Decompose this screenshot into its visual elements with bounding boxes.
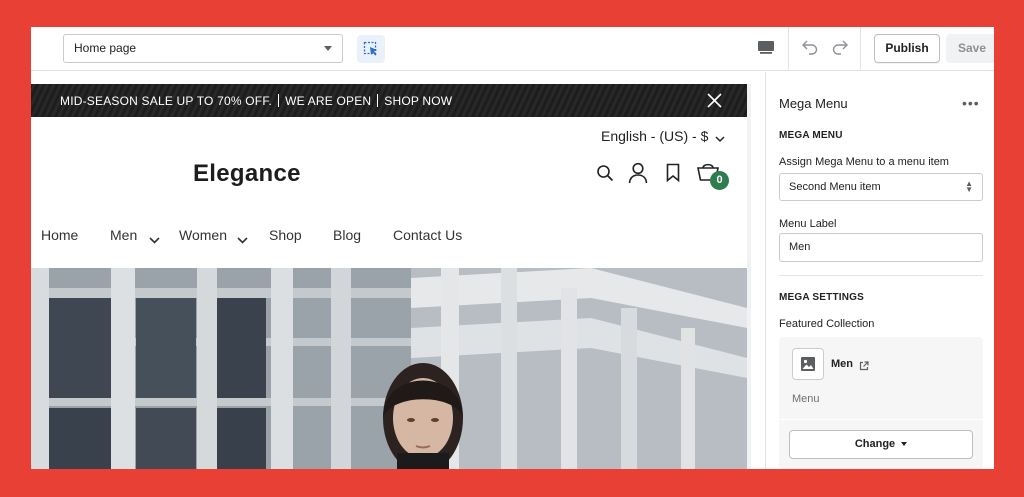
announcement-text: MID-SEASON SALE UP TO 70% OFF. WE ARE OPE… bbox=[60, 94, 452, 108]
section-divider bbox=[779, 275, 983, 276]
hero-photo bbox=[31, 268, 747, 469]
cart-count-badge: 0 bbox=[710, 171, 729, 190]
chevron-down-icon[interactable] bbox=[237, 231, 248, 247]
collection-subtitle: Menu bbox=[792, 393, 820, 405]
featured-collection-card: Men Menu Change bbox=[779, 337, 983, 469]
menu-label-label: Menu Label bbox=[779, 218, 837, 230]
nav-item-shop[interactable]: Shop bbox=[269, 227, 302, 243]
chevron-down-icon bbox=[901, 442, 908, 446]
close-icon[interactable] bbox=[707, 93, 722, 111]
announcement-bar: MID-SEASON SALE UP TO 70% OFF. WE ARE OPE… bbox=[31, 84, 747, 117]
menu-label-input[interactable]: Men bbox=[779, 233, 983, 262]
inspect-button[interactable] bbox=[357, 35, 385, 63]
editor-toolbar: Home page Publish Save bbox=[31, 27, 994, 71]
nav-item-women[interactable]: Women bbox=[179, 227, 227, 243]
announcement-separator bbox=[278, 94, 280, 107]
chevron-down-icon[interactable] bbox=[715, 130, 725, 148]
toolbar-divider bbox=[788, 27, 789, 71]
announcement-open[interactable]: WE ARE OPEN bbox=[285, 94, 371, 108]
page-select-value: Home page bbox=[74, 41, 137, 55]
assign-menu-value: Second Menu item bbox=[789, 181, 881, 193]
storefront-preview: MID-SEASON SALE UP TO 70% OFF. WE ARE OPE… bbox=[31, 72, 765, 469]
external-link-icon[interactable] bbox=[859, 358, 869, 376]
collection-name-link[interactable]: Men bbox=[831, 358, 853, 370]
nav-item-men[interactable]: Men bbox=[110, 227, 137, 243]
panel-title: Mega Menu bbox=[779, 96, 848, 111]
announcement-sale[interactable]: MID-SEASON SALE UP TO 70% OFF. bbox=[60, 94, 272, 108]
assign-menu-label: Assign Mega Menu to a menu item bbox=[779, 156, 949, 168]
mega-menu-heading: MEGA MENU bbox=[779, 130, 843, 141]
select-arrows-icon: ▲ ▼ bbox=[965, 179, 973, 194]
card-divider bbox=[779, 419, 983, 420]
page-select[interactable]: Home page bbox=[63, 34, 343, 63]
change-button[interactable]: Change bbox=[789, 430, 973, 459]
theme-editor-window: Home page Publish Save MID-SEASON SALE U… bbox=[31, 27, 994, 469]
chevron-down-icon bbox=[324, 46, 332, 51]
publish-button[interactable]: Publish bbox=[874, 34, 940, 63]
save-button[interactable]: Save bbox=[946, 34, 994, 63]
mega-settings-heading: MEGA SETTINGS bbox=[779, 292, 865, 303]
toolbar-divider bbox=[860, 27, 861, 71]
assign-menu-select[interactable]: Second Menu item ▲ ▼ bbox=[779, 173, 983, 201]
image-icon bbox=[792, 348, 824, 380]
store-logo[interactable]: Elegance bbox=[193, 160, 301, 188]
featured-collection-label: Featured Collection bbox=[779, 318, 875, 330]
undo-icon[interactable] bbox=[800, 37, 820, 62]
announcement-separator bbox=[377, 94, 379, 107]
nav-item-contact-us[interactable]: Contact Us bbox=[393, 227, 462, 243]
language-currency-selector[interactable]: English - (US) - $ bbox=[601, 128, 708, 144]
change-button-label: Change bbox=[854, 438, 896, 450]
chevron-down-icon[interactable] bbox=[149, 231, 160, 247]
bookmark-icon[interactable] bbox=[666, 163, 680, 187]
settings-panel: Mega Menu ••• MEGA MENU Assign Mega Menu… bbox=[765, 72, 994, 469]
select-cursor-icon bbox=[363, 41, 377, 56]
hero-banner-image bbox=[31, 268, 747, 469]
preview-scrollbar[interactable] bbox=[747, 84, 751, 469]
nav-item-blog[interactable]: Blog bbox=[333, 227, 361, 243]
search-icon[interactable] bbox=[596, 164, 614, 187]
announcement-shop[interactable]: SHOP NOW bbox=[384, 94, 452, 108]
redo-icon[interactable] bbox=[830, 37, 850, 62]
desktop-icon[interactable] bbox=[757, 40, 775, 61]
more-options-icon[interactable]: ••• bbox=[962, 95, 980, 111]
nav-item-home[interactable]: Home bbox=[41, 227, 78, 243]
user-icon[interactable] bbox=[628, 162, 648, 189]
